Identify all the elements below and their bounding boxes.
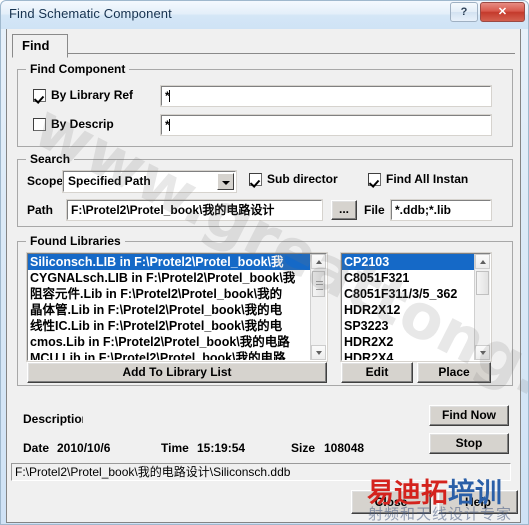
by-description-label: By Descrip [51, 117, 114, 131]
list-item[interactable]: HDR2X2 [342, 334, 475, 350]
list-item[interactable]: HDR2X12 [342, 302, 475, 318]
find-now-button[interactable]: Find Now [429, 405, 509, 426]
by-description-input[interactable]: * [160, 114, 492, 136]
date-label: Date [23, 441, 50, 455]
tab-strip-filler [68, 53, 515, 54]
by-description-checkbox[interactable] [33, 118, 46, 131]
find-component-group: Find Component [17, 62, 513, 147]
list-item[interactable]: HDR2X4 [342, 350, 475, 360]
find-all-instances-label: Find All Instan [386, 172, 469, 186]
list-item[interactable]: C8051F311/3/5_362 [342, 286, 475, 302]
list-item[interactable]: CYGNALsch.LIB in F:\Protel2\Protel_book\… [28, 270, 311, 286]
path-label: Path [27, 203, 54, 217]
list-item[interactable]: Siliconsch.LIB in F:\Protel2\Protel_book… [28, 254, 311, 270]
title-bar: Find Schematic Component ? ✕ [1, 1, 528, 29]
list-item[interactable]: C8051F321 [342, 270, 475, 286]
file-label: File [364, 203, 385, 217]
status-bar: F:\Protel2\Protel_book\我的电路设计\Siliconsch… [11, 463, 511, 481]
found-libraries-group-label: Found Libraries [26, 234, 125, 248]
tab-find[interactable]: Find [12, 34, 68, 58]
found-components-scrollbar[interactable] [474, 254, 490, 360]
by-library-ref-label: By Library Ref [51, 88, 134, 102]
scope-combo-value: Specified Path [68, 174, 151, 188]
find-all-instances-checkbox[interactable] [368, 173, 381, 186]
stop-button[interactable]: Stop [429, 433, 509, 454]
found-components-list[interactable]: CP2103 C8051F321 C8051F311/3/5_362 HDR2X12 S… [340, 252, 492, 362]
found-components-items: CP2103 C8051F321 C8051F311/3/5_362 HDR2X12 S… [342, 254, 475, 360]
scrollbar-thumb[interactable] [312, 271, 325, 297]
sub-directories-checkbox[interactable] [249, 173, 262, 186]
search-group-label: Search [26, 152, 75, 166]
path-input[interactable]: F:\Protel2\Protel_book\我的电路设计 [66, 199, 323, 221]
help-button[interactable]: Help [438, 490, 518, 514]
scroll-up-icon[interactable] [475, 254, 490, 269]
list-item[interactable]: MCU.Lib in F:\Protel2\Protel_book\我的电路 [28, 350, 311, 360]
window-title: Find Schematic Component [9, 6, 172, 21]
file-filter-input[interactable]: *.ddb;*.lib [390, 199, 492, 221]
scrollbar-thumb[interactable] [476, 271, 489, 295]
found-libraries-scrollbar[interactable] [310, 254, 326, 360]
description-label: Description [23, 412, 83, 426]
add-to-library-list-button[interactable]: Add To Library List [27, 362, 327, 383]
dialog-window: Find Schematic Component ? ✕ Find Find C… [0, 0, 529, 525]
size-label: Size [291, 441, 316, 455]
list-item[interactable]: CP2103 [342, 254, 475, 270]
find-component-group-label: Find Component [26, 62, 130, 76]
date-value: 2010/10/6 [57, 441, 111, 455]
by-library-ref-input[interactable]: * [160, 85, 492, 107]
list-item[interactable]: SP3223 [342, 318, 475, 334]
scroll-down-icon[interactable] [311, 345, 326, 360]
found-libraries-items: Siliconsch.LIB in F:\Protel2\Protel_book… [28, 254, 311, 360]
list-item[interactable]: 晶体管.Lib in F:\Protel2\Protel_book\我的电 [28, 302, 311, 318]
place-button[interactable]: Place [417, 362, 491, 383]
browse-path-button[interactable]: ... [331, 200, 357, 220]
chevron-down-icon[interactable] [217, 173, 234, 190]
titlebar-close-button[interactable]: ✕ [480, 2, 525, 22]
time-label: Time [161, 441, 189, 455]
found-libraries-list[interactable]: Siliconsch.LIB in F:\Protel2\Protel_book… [26, 252, 328, 362]
edit-button[interactable]: Edit [341, 362, 413, 383]
list-item[interactable]: 阻容元件.Lib in F:\Protel2\Protel_book\我的 [28, 286, 311, 302]
time-value: 15:19:54 [197, 441, 246, 455]
scope-label: Scope [27, 174, 64, 188]
sub-directories-label: Sub director [267, 172, 338, 186]
by-library-ref-checkbox[interactable] [33, 89, 46, 102]
close-button[interactable]: Close [351, 490, 431, 514]
text-caret [168, 119, 170, 131]
scope-combo[interactable]: Specified Path [62, 170, 237, 193]
list-item[interactable]: cmos.Lib in F:\Protel2\Protel_book\我的电路 [28, 334, 311, 350]
list-item[interactable]: 线性IC.Lib in F:\Protel2\Protel_book\我的电 [28, 318, 311, 334]
tab-strip: Find [12, 34, 515, 58]
titlebar-help-button[interactable]: ? [450, 2, 478, 22]
scroll-down-icon[interactable] [475, 345, 490, 360]
scrollbar-grip-icon [316, 281, 323, 290]
size-value: 108048 [324, 441, 365, 455]
scroll-up-icon[interactable] [311, 254, 326, 269]
text-caret [168, 90, 170, 102]
